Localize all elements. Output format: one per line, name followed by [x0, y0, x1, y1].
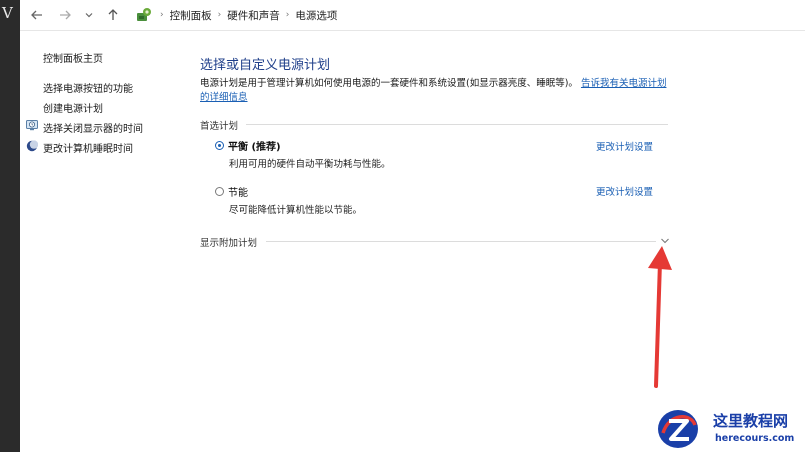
sidebar-item-power-button[interactable]: 选择电源按钮的功能 — [43, 80, 133, 95]
window-edge-glyph: V — [2, 4, 13, 22]
balanced-plan-radio[interactable] — [215, 141, 224, 150]
control-panel-icon — [137, 8, 151, 21]
show-additional-plans-toggle[interactable]: 显示附加计划 — [200, 235, 257, 249]
address-bar[interactable]: › 控制面板 › 硬件和声音 › 电源选项 — [130, 3, 800, 27]
sidebar-item-display-off-time[interactable]: 选择关闭显示器的时间 — [43, 120, 143, 135]
chevron-down-icon — [85, 13, 93, 18]
watermark-logo-icon — [658, 410, 698, 448]
moon-icon — [26, 140, 38, 152]
breadcrumb-power-options[interactable]: 电源选项 — [295, 8, 337, 23]
power-saver-plan-radio[interactable] — [215, 187, 224, 196]
balanced-plan-description: 利用可用的硬件自动平衡功耗与性能。 — [229, 159, 391, 170]
background-window-edge: V — [0, 0, 20, 452]
annotation-arrow — [648, 246, 672, 388]
breadcrumb-separator: › — [285, 10, 290, 20]
preferred-plans-heading: 首选计划 — [200, 121, 239, 132]
balanced-plan-name[interactable]: 平衡 (推荐) — [228, 138, 281, 153]
power-saver-plan-description: 尽可能降低计算机性能以节能。 — [229, 205, 363, 216]
additional-plans-divider — [266, 241, 656, 242]
balanced-change-settings-link[interactable]: 更改计划设置 — [596, 139, 653, 153]
description-text: 电源计划是用于管理计算机如何使用电源的一套硬件和系统设置(如显示器亮度、睡眠等)… — [200, 78, 578, 89]
sidebar-item-sleep-time[interactable]: 更改计算机睡眠时间 — [43, 140, 133, 155]
arrow-right-icon — [60, 10, 71, 20]
task-pane: 控制面板主页 选择电源按钮的功能 创建电源计划 选择关闭显示器的时间 更改计算机… — [20, 30, 190, 452]
power-saver-change-settings-link[interactable]: 更改计划设置 — [596, 184, 653, 198]
breadcrumb-control-panel[interactable]: 控制面板 — [170, 8, 212, 23]
watermark: 这里教程网 herecours.com — [655, 405, 805, 452]
navigation-bar: › 控制面板 › 硬件和声音 › 电源选项 — [20, 0, 805, 31]
power-saver-plan-name[interactable]: 节能 — [228, 184, 248, 199]
watermark-url: herecours.com — [715, 433, 795, 444]
sidebar-item-create-plan[interactable]: 创建电源计划 — [43, 100, 103, 115]
display-clock-icon — [26, 120, 38, 131]
page-description: 电源计划是用于管理计算机如何使用电源的一套硬件和系统设置(如显示器亮度、睡眠等)… — [200, 77, 670, 105]
breadcrumb-hardware-sound[interactable]: 硬件和声音 — [227, 8, 280, 23]
arrow-left-icon — [31, 10, 42, 20]
up-button[interactable] — [102, 4, 124, 26]
page-title: 选择或自定义电源计划 — [200, 58, 331, 73]
forward-button[interactable] — [54, 4, 76, 26]
breadcrumb-separator: › — [217, 10, 222, 20]
watermark-title: 这里教程网 — [713, 412, 789, 430]
sidebar-item-control-panel-home[interactable]: 控制面板主页 — [43, 50, 103, 65]
preferred-plans-divider — [246, 124, 668, 125]
arrow-up-icon — [108, 9, 118, 20]
breadcrumb-separator: › — [160, 10, 164, 20]
back-button[interactable] — [26, 4, 48, 26]
recent-locations-button[interactable] — [78, 4, 100, 26]
